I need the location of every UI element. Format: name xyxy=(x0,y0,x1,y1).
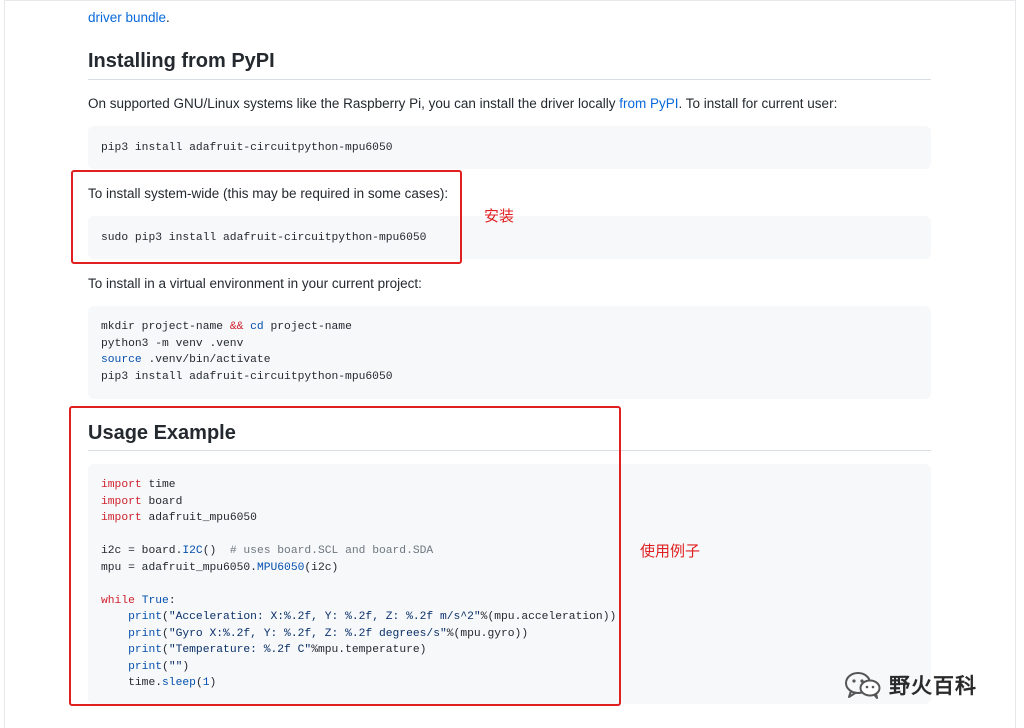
page: driver bundle. Installing from PyPI On s… xyxy=(0,0,1024,728)
code-token: source xyxy=(101,354,142,366)
heading-divider xyxy=(88,79,931,80)
code-user-install: pip3 install adafruit-circuitpython-mpu6… xyxy=(101,142,393,154)
driver-bundle-line: driver bundle. xyxy=(88,9,170,27)
code-token: project-name xyxy=(263,321,352,333)
period-text: . xyxy=(166,10,170,25)
install-annotation-box xyxy=(71,170,462,264)
watermark-text: 野火百科 xyxy=(889,674,977,698)
usage-annotation-box xyxy=(69,406,621,706)
code-token: mkdir project-name xyxy=(101,321,230,333)
venv-install-label: To install in a virtual environment in y… xyxy=(88,276,422,291)
watermark: 野火百科 xyxy=(843,668,977,702)
pypi-link[interactable]: from PyPI xyxy=(619,96,678,111)
usage-annotation-label: 使用例子 xyxy=(640,542,701,560)
code-token: && xyxy=(229,321,244,333)
intro-text-end: . To install for current user: xyxy=(678,96,838,111)
wechat-icon xyxy=(845,672,881,699)
code-token: .venv/bin/activate xyxy=(141,354,271,366)
code-token: pip3 install adafruit-circuitpython-mpu6… xyxy=(101,370,393,383)
driver-bundle-link[interactable]: driver bundle xyxy=(88,10,166,25)
pypi-intro: On supported GNU/Linux systems like the … xyxy=(88,95,837,113)
code-token: cd xyxy=(250,321,264,333)
code-venv: mkdir project-name && cd project-name py… xyxy=(101,319,393,385)
code-token: python3 -m venv .venv xyxy=(101,337,244,350)
pypi-heading: Installing from PyPI xyxy=(88,50,275,72)
install-annotation-label: 安装 xyxy=(484,207,515,225)
intro-text: On supported GNU/Linux systems like the … xyxy=(88,96,620,111)
